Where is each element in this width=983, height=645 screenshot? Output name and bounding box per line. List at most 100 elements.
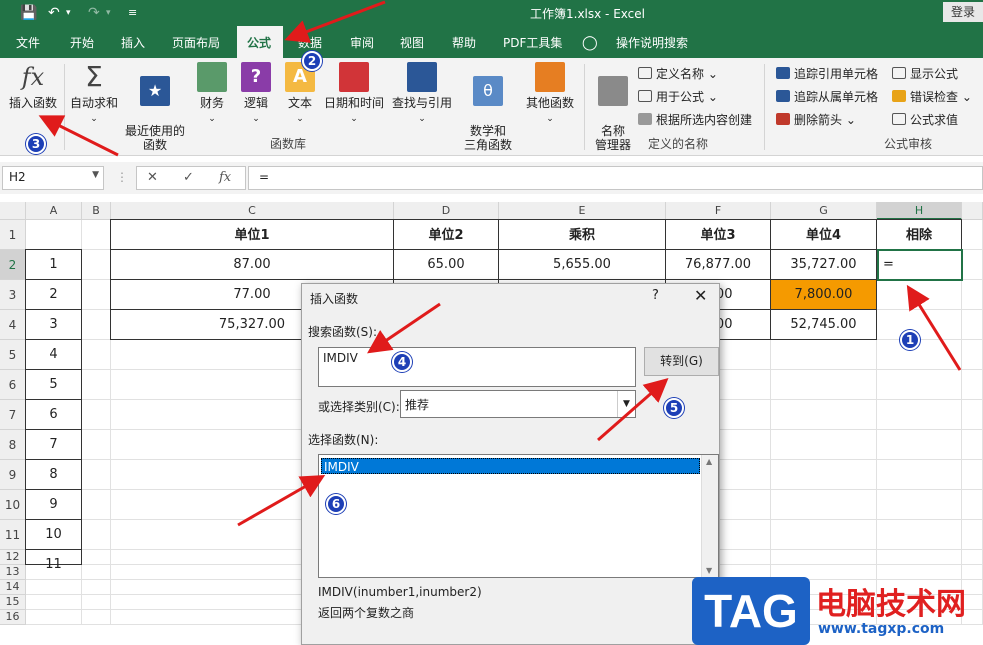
more-functions-button[interactable]: 其他函数 ⌄ — [522, 62, 578, 126]
grid-cell[interactable] — [82, 250, 111, 280]
table-header[interactable]: 相除 — [876, 219, 962, 250]
grid-cell[interactable] — [26, 610, 82, 625]
column-header-b[interactable]: B — [82, 202, 111, 220]
error-checking-button[interactable]: 错误检查 ⌄ — [892, 89, 972, 105]
chevron-down-icon[interactable]: ▼ — [617, 391, 635, 417]
row-header-7[interactable]: 7 — [0, 400, 26, 430]
list-item[interactable]: IMDIV — [321, 458, 700, 474]
grid-cell[interactable] — [877, 520, 962, 550]
grid-cell[interactable] — [877, 370, 962, 400]
row-header-4[interactable]: 4 — [0, 310, 26, 340]
grid-cell[interactable] — [82, 400, 111, 430]
column-header-f[interactable]: F — [666, 202, 771, 220]
row-header-5[interactable]: 5 — [0, 340, 26, 370]
scrollbar[interactable]: ▲ ▼ — [701, 455, 718, 577]
show-formulas-button[interactable]: 显示公式 — [892, 66, 958, 82]
row-header-10[interactable]: 10 — [0, 490, 26, 520]
grid-cell[interactable] — [962, 490, 983, 520]
data-cell[interactable]: 76,877.00 — [665, 249, 771, 280]
tell-me-search[interactable]: 操作说明搜索 — [608, 26, 696, 58]
chevron-down-icon[interactable]: ▾ — [106, 4, 111, 22]
row-header-15[interactable]: 15 — [0, 595, 26, 610]
redo-icon[interactable]: ↷ — [88, 4, 100, 22]
function-list[interactable]: IMDIV ▲ ▼ — [318, 454, 719, 578]
tab-formulas[interactable]: 公式 — [237, 26, 283, 58]
grid-cell[interactable] — [82, 490, 111, 520]
grid-cell[interactable] — [877, 400, 962, 430]
grid-cell[interactable] — [771, 370, 877, 400]
grid-cell[interactable] — [962, 460, 983, 490]
trace-precedents-button[interactable]: 追踪引用单元格 — [776, 66, 878, 82]
row-header-13[interactable]: 13 — [0, 565, 26, 580]
grid-cell[interactable] — [771, 490, 877, 520]
select-all-corner[interactable] — [0, 202, 26, 220]
grid-cell[interactable] — [771, 340, 877, 370]
grid-cell[interactable] — [771, 460, 877, 490]
date-time-button[interactable]: 日期和时间 ⌄ — [322, 62, 386, 126]
name-manager-button[interactable]: 名称 管理器 — [592, 62, 634, 152]
grid-cell[interactable] — [771, 400, 877, 430]
row-label-cell[interactable]: 8 — [25, 459, 82, 490]
row-header-6[interactable]: 6 — [0, 370, 26, 400]
data-cell[interactable]: 7,800.00 — [770, 279, 877, 310]
row-header-14[interactable]: 14 — [0, 580, 26, 595]
grid-cell[interactable] — [962, 550, 983, 565]
tab-insert[interactable]: 插入 — [113, 26, 153, 58]
evaluate-formula-button[interactable]: 公式求值 — [892, 112, 958, 128]
grid-cell[interactable] — [82, 430, 111, 460]
column-header-c[interactable]: C — [111, 202, 394, 220]
tab-pdf-tools[interactable]: PDF工具集 — [495, 26, 570, 58]
data-cell[interactable]: 35,727.00 — [770, 249, 877, 280]
financial-button[interactable]: 财务 ⌄ — [192, 62, 232, 126]
data-cell[interactable] — [877, 280, 962, 310]
row-header-12[interactable]: 12 — [0, 550, 26, 565]
row-header-3[interactable]: 3 — [0, 280, 26, 310]
autosum-button[interactable]: Σ 自动求和 ⌄ — [68, 62, 120, 126]
data-cell[interactable]: 87.00 — [110, 249, 394, 280]
tab-page-layout[interactable]: 页面布局 — [164, 26, 228, 58]
search-function-input[interactable]: IMDIV — [318, 347, 636, 387]
row-label-cell[interactable]: 3 — [25, 309, 82, 340]
go-button[interactable]: 转到(G) — [644, 347, 719, 376]
tab-home[interactable]: 开始 — [62, 26, 102, 58]
grid-cell[interactable] — [962, 280, 983, 310]
row-label-cell[interactable]: 2 — [25, 279, 82, 310]
grid-cell[interactable] — [962, 400, 983, 430]
grid-cell[interactable] — [962, 310, 983, 340]
tab-review[interactable]: 审阅 — [342, 26, 382, 58]
table-header[interactable]: 乘积 — [498, 219, 666, 250]
grid-cell[interactable] — [82, 220, 111, 250]
define-name-button[interactable]: 定义名称 ⌄ — [638, 66, 718, 82]
grid-cell[interactable] — [877, 430, 962, 460]
grid-cell[interactable] — [771, 520, 877, 550]
grid-cell[interactable] — [82, 460, 111, 490]
grid-cell[interactable] — [962, 370, 983, 400]
column-header-e[interactable]: E — [499, 202, 666, 220]
data-cell[interactable]: 5,655.00 — [498, 249, 666, 280]
grid-cell[interactable] — [82, 280, 111, 310]
data-cell[interactable] — [877, 310, 962, 340]
grid-cell[interactable] — [26, 220, 82, 250]
grid-cell[interactable] — [771, 550, 877, 565]
tab-help[interactable]: 帮助 — [444, 26, 484, 58]
row-header-16[interactable]: 16 — [0, 610, 26, 625]
grid-cell[interactable] — [877, 460, 962, 490]
column-header-g[interactable]: G — [771, 202, 877, 220]
row-label-cell[interactable]: 9 — [25, 489, 82, 520]
trace-dependents-button[interactable]: 追踪从属单元格 — [776, 89, 878, 105]
tab-file[interactable]: 文件 — [8, 26, 48, 58]
cancel-icon[interactable]: ✕ — [147, 170, 158, 185]
drag-handle-icon[interactable]: ⋮ — [116, 170, 128, 184]
table-header[interactable]: 单位1 — [110, 219, 394, 250]
grid-cell[interactable] — [82, 310, 111, 340]
row-label-cell[interactable]: 10 — [25, 519, 82, 550]
column-header-h[interactable]: H — [877, 202, 962, 220]
row-label-cell[interactable]: 1 — [25, 249, 82, 280]
help-button[interactable]: ? — [652, 288, 659, 303]
grid-cell[interactable] — [962, 430, 983, 460]
grid-cell[interactable] — [877, 550, 962, 565]
fx-icon[interactable]: fx — [219, 170, 231, 185]
grid-cell[interactable] — [82, 610, 111, 625]
insert-function-button[interactable]: fx 插入函数 — [6, 62, 60, 110]
data-cell[interactable]: 52,745.00 — [770, 309, 877, 340]
